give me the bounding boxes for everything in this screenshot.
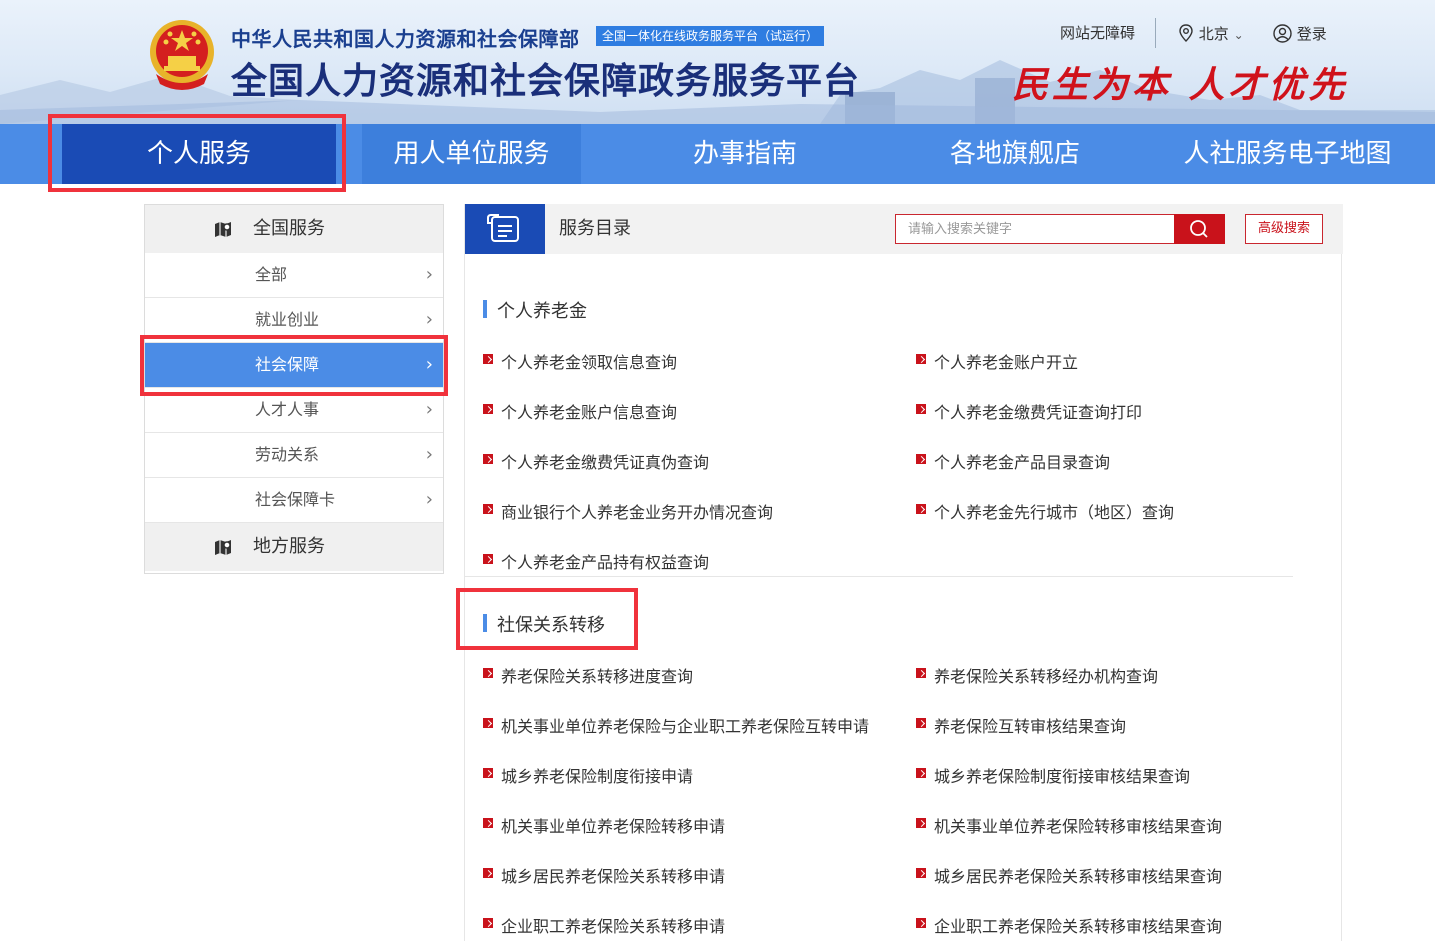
advanced-search-button[interactable]: 高级搜索 — [1245, 214, 1323, 244]
service-link[interactable]: 养老保险关系转移进度查询 — [483, 663, 693, 687]
chevron-right-icon: › — [425, 399, 433, 420]
location-label: 北京 — [1198, 25, 1229, 43]
sidebar-item-label: 社会保障卡 — [255, 490, 336, 509]
section-title-transfer: 社保关系转移 — [483, 611, 605, 637]
service-link[interactable]: 企业职工养老保险关系转移申请 — [483, 913, 725, 937]
section-title-personal-pension: 个人养老金 — [483, 297, 587, 323]
service-link[interactable]: 机关事业单位养老保险转移审核结果查询 — [916, 813, 1222, 837]
service-link[interactable]: 个人养老金账户信息查询 — [483, 399, 677, 423]
service-catalog-panel: 服务目录 高级搜索 个人养老金 个人养老金领取信息查询 个人养老金账户开立 个人… — [464, 204, 1343, 941]
sidebar-item-ss-card[interactable]: 社会保障卡 › — [145, 478, 443, 523]
platform-badge: 全国一体化在线政务服务平台（试运行） — [596, 26, 825, 46]
service-link[interactable]: 个人养老金账户开立 — [916, 349, 1078, 373]
service-link[interactable]: 城乡养老保险制度衔接申请 — [483, 763, 693, 787]
location-selector[interactable]: 北京 ⌄ — [1178, 23, 1244, 44]
chevron-right-icon: › — [425, 354, 433, 375]
nav-item-service-map[interactable]: 人社服务电子地图 — [1160, 124, 1415, 184]
user-icon — [1273, 24, 1292, 43]
service-link[interactable]: 个人养老金缴费凭证查询打印 — [916, 399, 1142, 423]
service-link[interactable]: 养老保险关系转移经办机构查询 — [916, 663, 1158, 687]
sidebar-national-services[interactable]: 全国服务 — [145, 205, 443, 253]
nav-item-personal[interactable]: 个人服务 — [62, 124, 336, 184]
section-divider — [465, 576, 1293, 577]
main-nav: 个人服务 用人单位服务 办事指南 各地旗舰店 人社服务电子地图 — [0, 124, 1435, 184]
accessibility-link[interactable]: 网站无障碍 — [1060, 22, 1135, 43]
sidebar-item-social-security[interactable]: 社会保障 › — [145, 343, 443, 388]
sidebar-item-label: 劳动关系 — [255, 445, 320, 464]
service-link[interactable]: 个人养老金产品持有权益查询 — [483, 549, 709, 573]
sidebar-item-employment[interactable]: 就业创业 › — [145, 298, 443, 343]
sidebar-item-label: 社会保障 — [255, 355, 320, 374]
service-link[interactable]: 商业银行个人养老金业务开办情况查询 — [483, 499, 773, 523]
sidebar-item-label: 就业创业 — [255, 310, 320, 329]
service-link[interactable]: 企业职工养老保险关系转移审核结果查询 — [916, 913, 1222, 937]
nav-item-employer[interactable]: 用人单位服务 — [362, 124, 581, 184]
service-link[interactable]: 城乡居民养老保险关系转移审核结果查询 — [916, 863, 1222, 887]
catalog-icon-box — [465, 204, 545, 254]
nav-item-guide[interactable]: 办事指南 — [640, 124, 850, 184]
sidebar-item-all[interactable]: 全部 › — [145, 253, 443, 298]
chevron-right-icon: › — [425, 264, 433, 285]
slogan: 民生为本 人才优先 — [1012, 64, 1349, 106]
login-link[interactable]: 登录 — [1273, 23, 1327, 44]
chevron-right-icon: › — [425, 489, 433, 510]
platform-title: 全国人力资源和社会保障政务服务平台 — [231, 61, 861, 102]
panel-header: 服务目录 高级搜索 — [465, 204, 1343, 254]
service-link[interactable]: 个人养老金领取信息查询 — [483, 349, 677, 373]
ministry-name: 中华人民共和国人力资源和社会保障部 — [231, 27, 580, 51]
catalog-icon — [487, 214, 519, 242]
chevron-right-icon: › — [425, 444, 433, 465]
service-link[interactable]: 个人养老金缴费凭证真伪查询 — [483, 449, 709, 473]
service-link[interactable]: 养老保险互转审核结果查询 — [916, 713, 1126, 737]
site-header: 中华人民共和国人力资源和社会保障部 全国一体化在线政务服务平台（试运行） 全国人… — [0, 0, 1435, 124]
category-sidebar: 全国服务 全部 › 就业创业 › 社会保障 › 人才人事 › 劳动关系 › 社会… — [144, 204, 444, 574]
search-button[interactable] — [1174, 214, 1225, 244]
login-label: 登录 — [1296, 25, 1327, 43]
service-link[interactable]: 个人养老金先行城市（地区）查询 — [916, 499, 1174, 523]
sidebar-item-label: 全部 — [255, 265, 288, 284]
sidebar-item-talent[interactable]: 人才人事 › — [145, 388, 443, 433]
service-link[interactable]: 个人养老金产品目录查询 — [916, 449, 1110, 473]
map-icon — [215, 222, 231, 237]
map-icon — [215, 540, 231, 555]
service-link[interactable]: 城乡养老保险制度衔接审核结果查询 — [916, 763, 1190, 787]
search-input[interactable] — [895, 214, 1175, 244]
service-link[interactable]: 机关事业单位养老保险转移申请 — [483, 813, 725, 837]
sidebar-local-label: 地方服务 — [253, 536, 325, 557]
header-divider — [1155, 18, 1156, 48]
location-pin-icon — [1179, 24, 1193, 42]
sidebar-local-services[interactable]: 地方服务 — [145, 523, 443, 571]
chevron-right-icon: › — [425, 309, 433, 330]
search-icon — [1190, 220, 1208, 238]
sidebar-item-labor-relations[interactable]: 劳动关系 › — [145, 433, 443, 478]
chevron-down-icon: ⌄ — [1233, 28, 1244, 42]
panel-title: 服务目录 — [559, 218, 631, 239]
nav-item-local-stores[interactable]: 各地旗舰店 — [905, 124, 1125, 184]
sidebar-item-label: 人才人事 — [255, 400, 320, 419]
service-link[interactable]: 机关事业单位养老保险与企业职工养老保险互转申请 — [483, 713, 869, 737]
sidebar-national-label: 全国服务 — [253, 218, 325, 239]
national-emblem-icon — [150, 20, 214, 90]
service-link[interactable]: 城乡居民养老保险关系转移申请 — [483, 863, 725, 887]
